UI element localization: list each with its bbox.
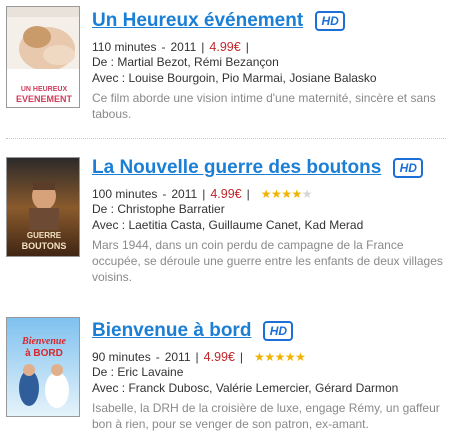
star-icon: ★ bbox=[301, 187, 313, 201]
movie-meta: 90 minutes - 2011 | 4.99€ | ★★★★★ bbox=[92, 350, 445, 365]
star-icon: ★ bbox=[260, 187, 272, 201]
duration: 100 minutes bbox=[92, 187, 158, 201]
svg-text:EVENEMENT: EVENEMENT bbox=[16, 94, 73, 104]
price[interactable]: 4.99€ bbox=[209, 40, 240, 55]
svg-text:UN HEUREUX: UN HEUREUX bbox=[21, 86, 68, 93]
separator: | bbox=[201, 40, 205, 54]
year: 2011 bbox=[171, 187, 198, 201]
separator: - bbox=[162, 187, 167, 201]
cast-line: Avec : Laetitia Casta, Guillaume Canet, … bbox=[92, 217, 364, 232]
price[interactable]: 4.99€ bbox=[210, 187, 241, 202]
movie-description: Ce film aborde une vision intime d'une m… bbox=[92, 91, 436, 121]
duration: 110 minutes bbox=[92, 40, 157, 54]
movie-title-link[interactable]: La Nouvelle guerre des boutons bbox=[92, 157, 381, 179]
director-line: De : Martial Bezot, Rémi Bezançon bbox=[92, 55, 279, 69]
movie-details: Un Heureux événement HD 110 minutes - 20… bbox=[92, 8, 445, 122]
star-icon: ★ bbox=[254, 350, 265, 364]
movie-list: UN HEUREUX EVENEMENT Un Heureux événemen… bbox=[0, 0, 455, 438]
star-icon: ★ bbox=[291, 187, 303, 201]
separator: | bbox=[202, 187, 206, 201]
star-icon: ★ bbox=[270, 187, 282, 201]
svg-text:BOUTONS: BOUTONS bbox=[22, 241, 67, 251]
movie-poster[interactable]: Bienvenue à BORD bbox=[6, 317, 80, 417]
star-icon: ★ bbox=[264, 350, 275, 364]
director-line: De : Eric Lavaine bbox=[92, 365, 184, 379]
hd-badge-icon: HD bbox=[315, 11, 346, 31]
year: 2011 bbox=[164, 350, 191, 364]
movie-description: Mars 1944, dans un coin perdu de campagn… bbox=[92, 238, 443, 284]
movie-description: Isabelle, la DRH de la croisière de luxe… bbox=[92, 401, 440, 431]
movie-meta: 110 minutes - 2011 | 4.99€ | bbox=[92, 40, 445, 55]
year: 2011 bbox=[170, 40, 197, 54]
director-line: De : Christophe Barratier bbox=[92, 202, 225, 216]
movie-title-link[interactable]: Bienvenue à bord bbox=[92, 320, 251, 342]
movie-poster[interactable]: UN HEUREUX EVENEMENT bbox=[6, 6, 80, 108]
rating-stars: ★★★★★ bbox=[254, 350, 306, 365]
hd-badge-icon: HD bbox=[393, 158, 424, 178]
cast-line: Avec : Louise Bourgoin, Pio Marmai, Josi… bbox=[92, 70, 377, 85]
svg-text:Bienvenue: Bienvenue bbox=[21, 336, 66, 347]
star-icon: ★ bbox=[274, 350, 286, 364]
price[interactable]: 4.99€ bbox=[204, 350, 235, 365]
hd-badge-icon: HD bbox=[263, 321, 294, 341]
svg-text:à BORD: à BORD bbox=[25, 348, 63, 359]
cast-line: Avec : Franck Dubosc, Valérie Lemercier,… bbox=[92, 380, 399, 395]
movie-meta: 100 minutes - 2011 | 4.99€ | ★★★★★ bbox=[92, 187, 445, 202]
star-icon: ★ bbox=[281, 187, 292, 201]
movie-details: La Nouvelle guerre des boutons HD 100 mi… bbox=[92, 155, 445, 285]
divider bbox=[6, 138, 446, 139]
movie-poster[interactable]: GUERRE BOUTONS bbox=[6, 157, 80, 257]
movie-title-link[interactable]: Un Heureux événement bbox=[92, 10, 303, 32]
separator: - bbox=[161, 40, 166, 54]
separator: - bbox=[155, 350, 160, 364]
movie-details: Bienvenue à bord HD 90 minutes - 2011 | … bbox=[92, 318, 445, 432]
separator: | bbox=[239, 350, 244, 364]
rating-stars: ★★★★★ bbox=[260, 187, 313, 202]
svg-text:GUERRE: GUERRE bbox=[27, 231, 62, 240]
separator: | bbox=[246, 187, 250, 201]
duration: 90 minutes bbox=[92, 350, 151, 364]
separator: | bbox=[195, 350, 199, 364]
star-icon: ★ bbox=[284, 350, 296, 364]
separator: | bbox=[245, 40, 249, 54]
star-icon: ★ bbox=[295, 350, 306, 364]
